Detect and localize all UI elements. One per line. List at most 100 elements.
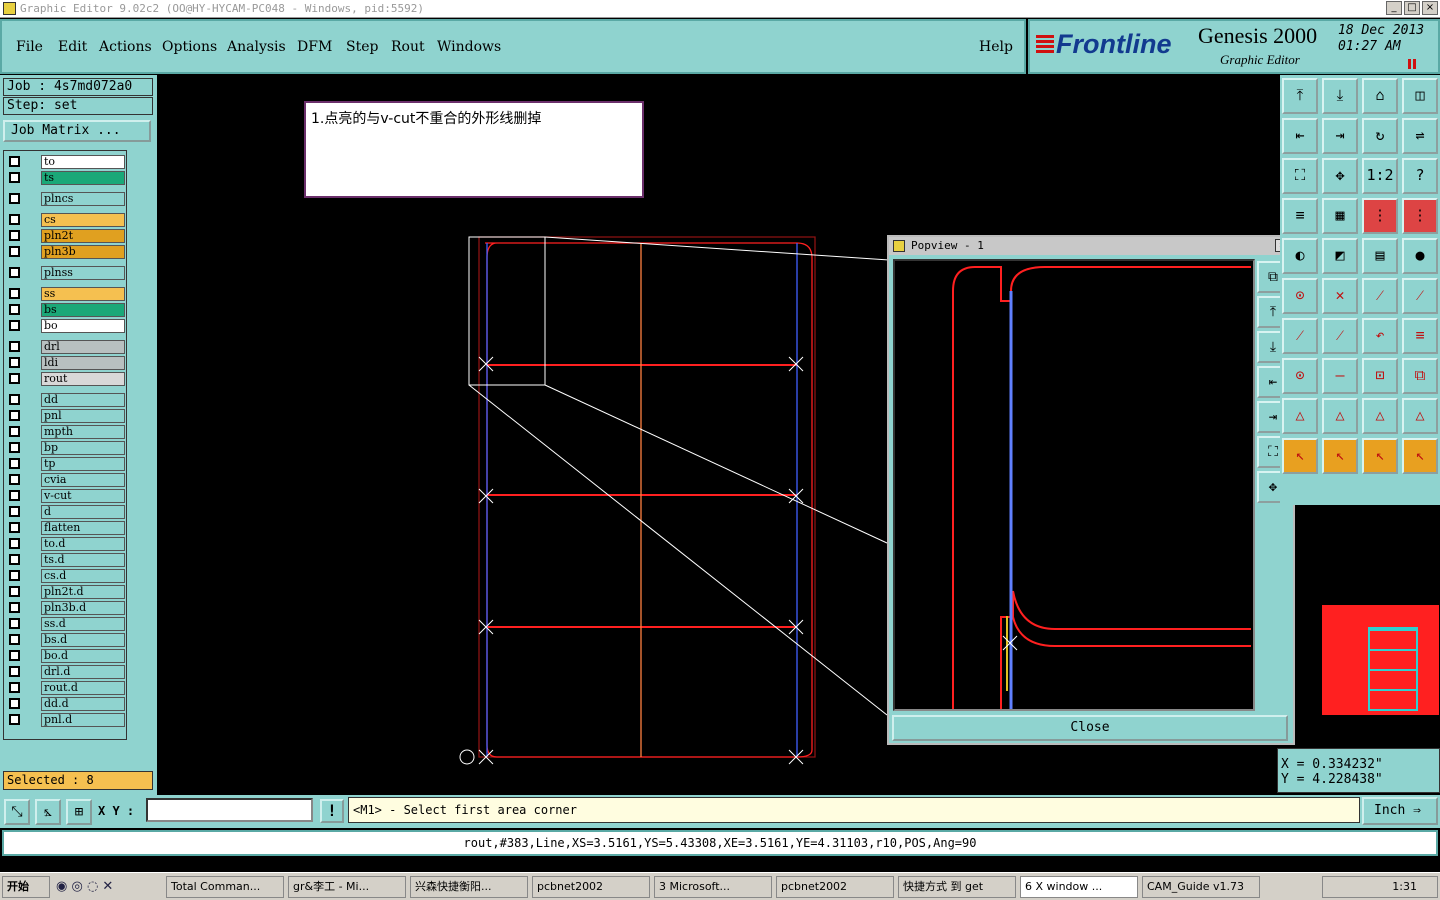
layer-name[interactable]: ldi: [41, 356, 125, 370]
layer-checkbox[interactable]: [9, 193, 20, 204]
layer-name[interactable]: bo: [41, 319, 125, 333]
tool-button-icon[interactable]: ↖: [1362, 438, 1398, 474]
menu-step[interactable]: Step: [346, 39, 378, 55]
tool-button-icon[interactable]: △: [1322, 398, 1358, 434]
tool-button-icon[interactable]: ●: [1402, 238, 1438, 274]
tool-button-icon[interactable]: ✕: [1322, 278, 1358, 314]
units-select[interactable]: Inch ⇒: [1362, 797, 1438, 825]
layer-row-plnss[interactable]: plnss: [4, 265, 128, 280]
layer-checkbox[interactable]: [9, 714, 20, 725]
layer-row-cs[interactable]: cs: [4, 212, 128, 227]
layer-row-pln3b.d[interactable]: pln3b.d: [4, 600, 128, 615]
task-item[interactable]: CAM_Guide v1.73: [1142, 876, 1260, 898]
layer-name[interactable]: to.d: [41, 537, 125, 551]
popview-canvas[interactable]: [893, 259, 1255, 711]
layer-name[interactable]: ts: [41, 171, 125, 185]
tool-button-icon[interactable]: ◫: [1402, 78, 1438, 114]
layer-checkbox[interactable]: [9, 458, 20, 469]
layer-name[interactable]: bp: [41, 441, 125, 455]
layer-checkbox[interactable]: [9, 373, 20, 384]
tool-button-icon[interactable]: ⁄: [1282, 318, 1318, 354]
layer-row-bs.d[interactable]: bs.d: [4, 632, 128, 647]
layer-checkbox[interactable]: [9, 267, 20, 278]
layer-row-bo[interactable]: bo: [4, 318, 128, 333]
layer-checkbox[interactable]: [9, 288, 20, 299]
job-matrix-button[interactable]: Job Matrix ...: [3, 120, 151, 142]
task-item[interactable]: gr&李工 - Mi...: [288, 876, 406, 898]
layer-name[interactable]: ss.d: [41, 617, 125, 631]
menu-file[interactable]: File: [16, 39, 43, 55]
layer-row-pnl.d[interactable]: pnl.d: [4, 712, 128, 727]
layer-checkbox[interactable]: [9, 357, 20, 368]
tool-button-icon[interactable]: ⇥: [1322, 118, 1358, 154]
tool-button-icon[interactable]: ⊡: [1362, 358, 1398, 394]
layer-row-drl.d[interactable]: drl.d: [4, 664, 128, 679]
layer-checkbox[interactable]: [9, 570, 20, 581]
layer-row-to.d[interactable]: to.d: [4, 536, 128, 551]
layer-checkbox[interactable]: [9, 634, 20, 645]
tool-button-icon[interactable]: ⇌: [1402, 118, 1438, 154]
layer-row-pnl[interactable]: pnl: [4, 408, 128, 423]
layer-checkbox[interactable]: [9, 394, 20, 405]
layer-name[interactable]: bs: [41, 303, 125, 317]
layer-row-bp[interactable]: bp: [4, 440, 128, 455]
task-item[interactable]: pcbnet2002: [776, 876, 894, 898]
layer-row-d[interactable]: d: [4, 504, 128, 519]
layer-checkbox[interactable]: [9, 602, 20, 613]
layer-row-flatten[interactable]: flatten: [4, 520, 128, 535]
minimize-button[interactable]: _: [1386, 1, 1402, 15]
task-item[interactable]: 3 Microsoft...: [654, 876, 772, 898]
layer-checkbox[interactable]: [9, 320, 20, 331]
tool-button-icon[interactable]: ⋮: [1402, 198, 1438, 234]
layer-name[interactable]: bo.d: [41, 649, 125, 663]
layer-checkbox[interactable]: [9, 650, 20, 661]
layer-name[interactable]: bs.d: [41, 633, 125, 647]
layer-name[interactable]: d: [41, 505, 125, 519]
layer-row-to[interactable]: to: [4, 154, 128, 169]
tool-button-icon[interactable]: ▤: [1362, 238, 1398, 274]
layer-checkbox[interactable]: [9, 538, 20, 549]
layer-row-bs[interactable]: bs: [4, 302, 128, 317]
tool-button-icon[interactable]: ↖: [1402, 438, 1438, 474]
layer-name[interactable]: ss: [41, 287, 125, 301]
tool-button-icon[interactable]: ▦: [1322, 198, 1358, 234]
layer-checkbox[interactable]: [9, 246, 20, 257]
layer-row-dd.d[interactable]: dd.d: [4, 696, 128, 711]
tool-button-icon[interactable]: △: [1282, 398, 1318, 434]
layer-row-ss.d[interactable]: ss.d: [4, 616, 128, 631]
layer-checkbox[interactable]: [9, 172, 20, 183]
layer-name[interactable]: ts.d: [41, 553, 125, 567]
layer-name[interactable]: cs: [41, 213, 125, 227]
tool-button-icon[interactable]: ≡: [1282, 198, 1318, 234]
layer-name[interactable]: tp: [41, 457, 125, 471]
layer-row-rout[interactable]: rout: [4, 371, 128, 386]
tool-button-icon[interactable]: ↖: [1322, 438, 1358, 474]
layer-name[interactable]: cs.d: [41, 569, 125, 583]
layer-checkbox[interactable]: [9, 341, 20, 352]
layer-row-pln2t.d[interactable]: pln2t.d: [4, 584, 128, 599]
task-item[interactable]: 6 X window ...: [1020, 876, 1138, 898]
menu-dfm[interactable]: DFM: [297, 39, 332, 55]
layer-checkbox[interactable]: [9, 586, 20, 597]
tool-button-icon[interactable]: ⊙: [1282, 278, 1318, 314]
layer-name[interactable]: pln2t: [41, 229, 125, 243]
tool-button-icon[interactable]: ↖: [1282, 438, 1318, 474]
layer-name[interactable]: plnss: [41, 266, 125, 280]
layer-row-drl[interactable]: drl: [4, 339, 128, 354]
tool-button-icon[interactable]: 1:2: [1362, 158, 1398, 194]
close-window-button[interactable]: ×: [1422, 1, 1438, 15]
start-button[interactable]: 开始: [2, 876, 50, 898]
layer-name[interactable]: v-cut: [41, 489, 125, 503]
layer-row-dd[interactable]: dd: [4, 392, 128, 407]
layer-checkbox[interactable]: [9, 214, 20, 225]
layer-checkbox[interactable]: [9, 230, 20, 241]
tool-button-icon[interactable]: ⊙: [1282, 358, 1318, 394]
task-item[interactable]: pcbnet2002: [532, 876, 650, 898]
tool-button-icon[interactable]: ◩: [1322, 238, 1358, 274]
tool-button-icon[interactable]: ⁄: [1322, 318, 1358, 354]
layer-name[interactable]: pnl: [41, 409, 125, 423]
menu-rout[interactable]: Rout: [391, 39, 425, 55]
tool-button-icon[interactable]: ⇤: [1282, 118, 1318, 154]
layer-name[interactable]: dd: [41, 393, 125, 407]
tool-button-icon[interactable]: ◐: [1282, 238, 1318, 274]
